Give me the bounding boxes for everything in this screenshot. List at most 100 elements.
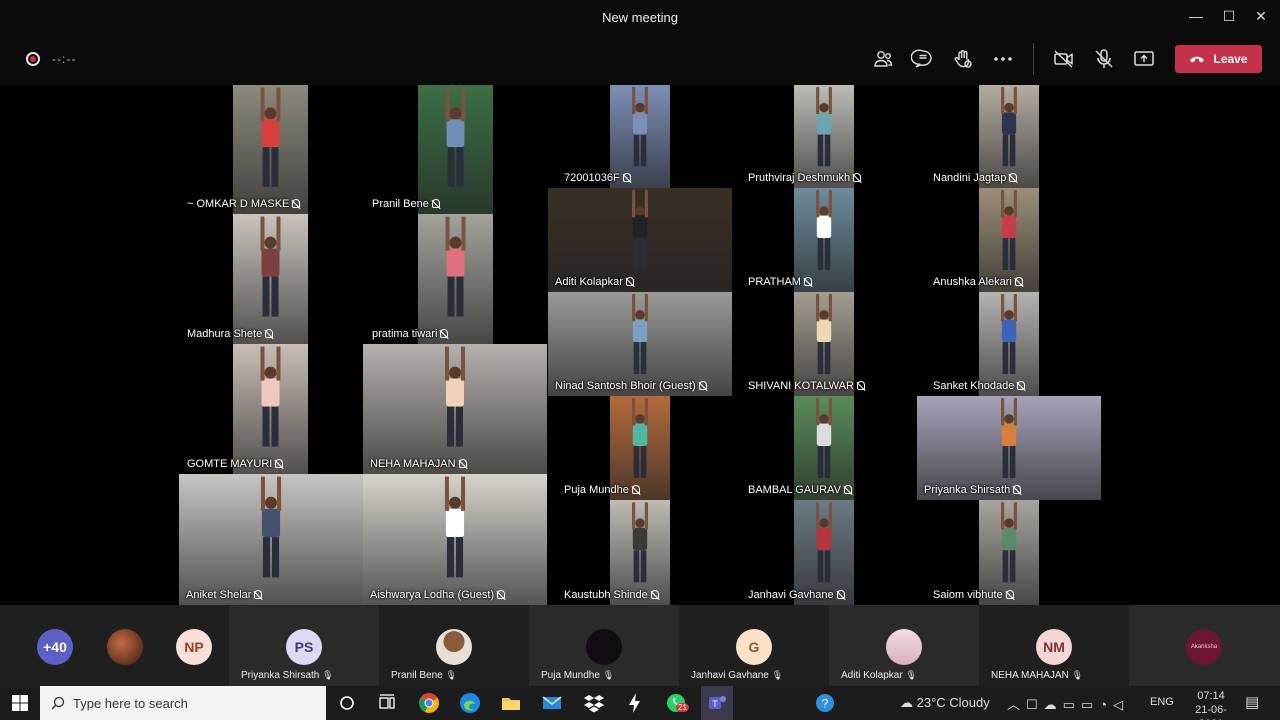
participant-name-label: Puja Mundhe: [564, 484, 670, 496]
video-feed: [363, 344, 547, 474]
participant-tile-priyanka[interactable]: PS Priyanka Shirsath 🎙: [229, 605, 379, 686]
task-view-icon[interactable]: [375, 691, 399, 715]
window-title: New meeting: [602, 10, 678, 25]
participant-np-avatar[interactable]: NP: [176, 629, 212, 665]
video-feed: [418, 214, 493, 344]
participants-icon[interactable]: [871, 47, 895, 71]
video-tile[interactable]: pratima tiwari: [372, 214, 493, 344]
video-tile[interactable]: NEHA MAHAJAN: [363, 344, 547, 474]
participant-name-label: Anushka Alekari: [933, 276, 1039, 288]
file-explorer-icon[interactable]: [499, 691, 523, 715]
mic-off-icon: [431, 199, 440, 208]
video-tile[interactable]: SHIVANI KOTALWAR: [748, 292, 865, 396]
chat-icon[interactable]: [910, 47, 935, 71]
mic-off-icon: [254, 590, 263, 599]
video-grid: ~ OMKAR D MASKE Pranil Bene 72001036F Pruth…: [0, 85, 1280, 605]
video-tile[interactable]: PRATHAM: [748, 188, 854, 292]
video-tile[interactable]: Pranil Bene: [372, 85, 493, 214]
video-tile[interactable]: Priyanka Shirsath: [917, 396, 1101, 500]
video-tile[interactable]: 72001036F: [564, 85, 670, 188]
raise-hand-icon[interactable]: [951, 47, 975, 71]
person-silhouette: [445, 216, 466, 317]
participant-name: Anushka Alekari: [933, 276, 1012, 288]
taskbar-search-box[interactable]: Type here to search: [40, 686, 326, 720]
video-tile[interactable]: Madhura Shete: [187, 214, 308, 344]
leave-button[interactable]: Leave: [1175, 45, 1262, 73]
avatar: [586, 629, 622, 665]
participant-name: Priyanka Shirsath: [924, 484, 1011, 496]
participant-tile-neha[interactable]: NM NEHA MAHAJAN 🎙: [979, 605, 1129, 686]
participant-tile-janhavi[interactable]: G Janhavi Gavhane 🎙: [679, 605, 829, 686]
help-icon[interactable]: ?: [813, 691, 837, 715]
system-tray-icons[interactable]: ︿☐☁▭▭◔◁: [1007, 694, 1129, 713]
video-tile[interactable]: Kaustubh Shinde: [564, 500, 670, 605]
video-tile[interactable]: Anushka Alekari: [933, 188, 1039, 292]
notifications-icon[interactable]: ▤: [1245, 693, 1259, 711]
person-silhouette: [260, 216, 281, 317]
minimize-button[interactable]: —: [1181, 4, 1211, 28]
bolt-app-icon[interactable]: [623, 691, 647, 715]
mic-off-icon[interactable]: [1092, 47, 1116, 71]
participant-name: ~ OMKAR D MASKE: [187, 198, 290, 210]
video-tile[interactable]: Aniket Shelar: [179, 474, 363, 605]
chrome-icon[interactable]: [417, 691, 441, 715]
mic-off-icon: [622, 173, 631, 182]
whatsapp-icon[interactable]: 21: [664, 691, 689, 715]
video-tile[interactable]: Aditi Kolapkar: [548, 188, 732, 292]
participant-name: Pruthviraj Deshmukh: [748, 172, 851, 184]
more-options-icon[interactable]: [991, 47, 1015, 71]
more-participants-badge[interactable]: +40: [37, 629, 73, 665]
participant-tile-aditi[interactable]: Aditi Kolapkar 🎙: [829, 605, 979, 686]
video-tile[interactable]: Janhavi Gavhane: [748, 500, 854, 605]
clock-date: 21-06-2021: [1195, 704, 1227, 720]
video-tile[interactable]: GOMTE MAYURI: [187, 344, 308, 474]
phone-hangup-icon: [1190, 56, 1205, 63]
search-icon: [51, 696, 65, 710]
close-window-button[interactable]: ✕: [1246, 4, 1276, 28]
participant-tile-akanksha[interactable]: Akanksha: [1129, 605, 1280, 686]
participant-name: Aniket Shelar: [186, 589, 252, 601]
teams-icon[interactable]: T: [701, 686, 733, 720]
participant-name: Kaustubh Shinde: [564, 589, 648, 601]
mail-icon[interactable]: [540, 691, 564, 715]
language-indicator[interactable]: ENG: [1150, 696, 1174, 708]
person-silhouette: [445, 346, 465, 447]
windows-start-icon[interactable]: [8, 691, 32, 715]
video-tile[interactable]: Nandini Jagtap: [933, 85, 1039, 188]
participant-name: Janhavi Gavhane: [748, 589, 834, 601]
video-tile[interactable]: Sanket Khodade: [933, 292, 1039, 396]
meeting-toolbar: --:-- Leave: [0, 33, 1280, 85]
video-tile[interactable]: Puja Mundhe: [564, 396, 670, 500]
windows-taskbar: Type here to search 21 T ? ☁ 23°C Cloudy…: [0, 686, 1280, 720]
mic-off-icon: [1014, 277, 1023, 286]
participant-tile-puja[interactable]: Puja Mundhe 🎙: [529, 605, 679, 686]
participant-photo-avatar[interactable]: [107, 629, 143, 665]
maximize-button[interactable]: ☐: [1214, 4, 1244, 28]
video-tile[interactable]: Pruthviraj Deshmukh: [748, 85, 862, 188]
svg-text:T: T: [712, 699, 718, 709]
video-tile[interactable]: Ninad Santosh Bhoir (Guest): [548, 292, 732, 396]
participant-name: Pranil Bene: [372, 198, 429, 210]
video-feed: [233, 344, 308, 474]
share-screen-icon[interactable]: [1132, 47, 1156, 71]
mic-off-icon: [292, 199, 301, 208]
participant-tile-pranil[interactable]: Pranil Bene 🎙: [379, 605, 529, 686]
camera-off-icon[interactable]: [1052, 47, 1076, 71]
dropbox-icon[interactable]: [582, 691, 606, 715]
participant-name: Puja Mundhe: [564, 484, 629, 496]
person-silhouette: [444, 476, 466, 578]
video-tile[interactable]: Aishwarya Lodha (Guest): [363, 474, 547, 605]
video-tile[interactable]: ~ OMKAR D MASKE: [187, 85, 308, 214]
participant-name-label: Pruthviraj Deshmukh: [748, 172, 862, 184]
video-tile[interactable]: BAMBAL GAURAV: [748, 396, 854, 500]
weather-text[interactable]: 23°C Cloudy: [917, 695, 990, 710]
weather-cloud-icon: ☁: [900, 695, 913, 710]
participant-name: SHIVANI KOTALWAR: [748, 380, 854, 392]
meeting-timer: --:--: [52, 52, 77, 66]
mic-off-icon: [458, 459, 467, 468]
edge-icon[interactable]: [458, 691, 482, 715]
video-tile[interactable]: Saiom vibhute: [933, 500, 1039, 605]
participant-name: PRATHAM: [748, 276, 801, 288]
svg-text:?: ?: [822, 697, 829, 711]
cortana-icon[interactable]: [335, 691, 359, 715]
